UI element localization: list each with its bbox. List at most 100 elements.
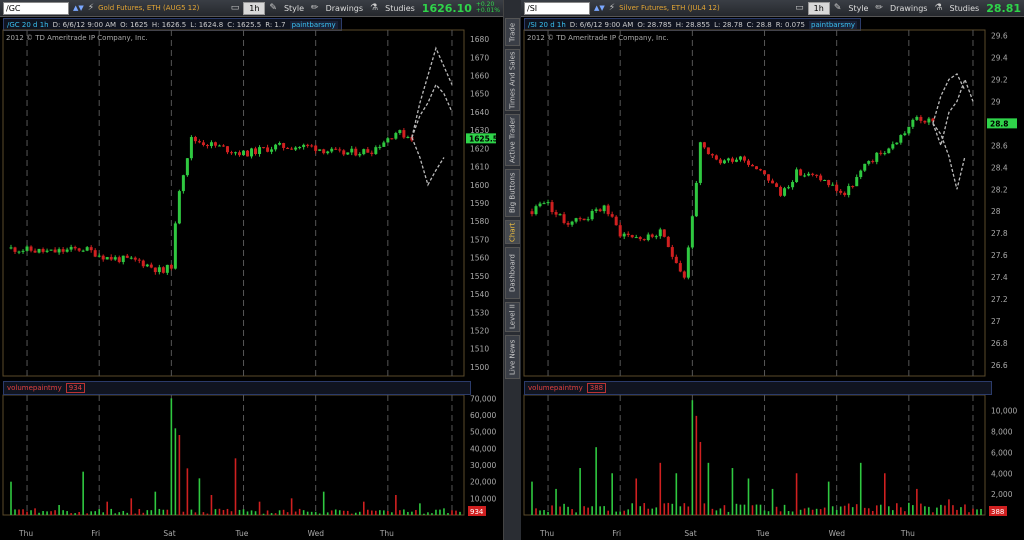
candle-body — [819, 175, 823, 181]
candle-body — [670, 247, 674, 257]
side-tab-dashboard[interactable]: Dashboard — [505, 247, 520, 299]
candle-body — [807, 173, 811, 176]
candle-body — [33, 250, 37, 253]
candle-body — [318, 149, 322, 151]
volume-axis-tick: 10,000 — [991, 407, 1017, 416]
candle-body — [839, 190, 843, 193]
candle-body — [682, 271, 686, 278]
candle-body — [85, 247, 89, 251]
candle-body — [229, 152, 233, 154]
candle-body — [314, 145, 318, 151]
candle-body — [402, 130, 406, 138]
side-tab-level-ii[interactable]: Level II — [505, 302, 520, 332]
candle-body — [843, 192, 847, 196]
candle-body — [145, 264, 149, 267]
x-axis-tick: Fri — [612, 529, 621, 538]
side-tab-chart[interactable]: Chart — [505, 220, 520, 244]
candle-body — [49, 249, 53, 251]
candle-body — [891, 144, 895, 149]
price-axis-tick: 1510 — [470, 345, 489, 354]
candle-body — [258, 147, 262, 155]
side-tab-bar: Trade Times And Sales Active Trader Big But… — [503, 0, 523, 540]
volume-study-name: volumepaintmy — [7, 384, 62, 392]
candle-body — [246, 150, 250, 157]
candle-body — [406, 136, 410, 138]
candle-body — [899, 135, 903, 143]
candle-body — [598, 209, 602, 212]
volume-study-label: volumepaintmy 934 — [3, 381, 471, 395]
candle-body — [915, 116, 919, 120]
candle-body — [722, 160, 726, 164]
candle-body — [750, 164, 754, 167]
candle-body — [554, 212, 558, 215]
candle-body — [815, 174, 819, 176]
candle-body — [678, 263, 682, 272]
candle-body — [927, 118, 931, 123]
candle-body — [847, 186, 851, 196]
candle-body — [386, 138, 390, 143]
candle-body — [642, 239, 646, 241]
price-axis-tick: 1660 — [470, 72, 489, 81]
x-axis-tick: Wed — [308, 529, 325, 538]
candle-body — [125, 255, 129, 258]
candle-body — [53, 249, 57, 253]
x-axis-tick: Tue — [756, 529, 770, 538]
candle-body — [614, 216, 618, 226]
candle-body — [217, 145, 221, 147]
volume-pane-frame — [523, 394, 986, 516]
side-tab-times-and-sales[interactable]: Times And Sales — [505, 49, 520, 111]
price-axis-tick: 28 — [991, 207, 1001, 216]
candle-body — [201, 142, 205, 146]
candle-body — [310, 145, 314, 147]
x-axis-tick: Wed — [829, 529, 846, 538]
price-axis-tick: 1580 — [470, 217, 489, 226]
candle-body — [566, 222, 570, 225]
candle-body — [9, 247, 13, 249]
candle-body — [771, 180, 775, 184]
candle-body — [362, 149, 366, 155]
silver-chart-svg[interactable]: 26.6 26.8 27 27.2 27.4 27.6 27.8 28 28.2 28.4 28.6… — [521, 0, 1024, 540]
candle-body — [710, 154, 714, 156]
candle-body — [209, 142, 213, 147]
candle-body — [530, 211, 534, 215]
candle-body — [294, 147, 298, 150]
candle-body — [274, 144, 278, 150]
price-axis-tick: 26.8 — [991, 339, 1008, 348]
candle-body — [738, 156, 742, 160]
side-tab-live-news[interactable]: Live News — [505, 335, 520, 379]
candle-body — [763, 170, 767, 175]
candle-body — [205, 145, 209, 147]
candle-body — [855, 177, 859, 187]
projection-path — [932, 72, 966, 124]
candle-body — [133, 257, 137, 260]
candle-body — [330, 148, 334, 152]
price-axis-tick: 29.4 — [991, 53, 1008, 62]
candle-body — [141, 260, 145, 267]
candle-body — [169, 264, 173, 269]
candle-body — [835, 184, 839, 191]
candle-body — [21, 250, 25, 252]
price-axis-tick: 27.8 — [991, 229, 1008, 238]
candle-body — [254, 148, 258, 155]
candle-body — [791, 182, 795, 188]
price-axis-tick: 27.4 — [991, 273, 1008, 282]
candle-body — [105, 257, 109, 260]
candle-body — [69, 246, 73, 250]
candle-body — [185, 158, 189, 176]
candle-body — [17, 251, 21, 253]
side-tab-big-buttons[interactable]: Big Buttons — [505, 169, 520, 217]
candle-body — [346, 152, 350, 155]
side-tab-active-trader[interactable]: Active Trader — [505, 114, 520, 166]
candle-body — [911, 119, 915, 127]
candle-body — [266, 147, 270, 152]
candle-body — [342, 150, 346, 155]
candle-body — [298, 147, 302, 149]
gold-chart-svg[interactable]: 1500 1510 1520 1530 1540 1550 1560 1570 1580 1590… — [0, 0, 503, 540]
side-tab-trade[interactable]: Trade — [505, 18, 520, 46]
candle-body — [358, 154, 362, 156]
gold-chart-panel: /GC ▲▼ ⚡ Gold Futures, ETH (AUG5 12) ▭ 1… — [0, 0, 503, 540]
x-axis-tick: Thu — [18, 529, 33, 538]
candle-body — [767, 174, 771, 181]
candle-body — [662, 229, 666, 237]
candle-body — [366, 149, 370, 153]
